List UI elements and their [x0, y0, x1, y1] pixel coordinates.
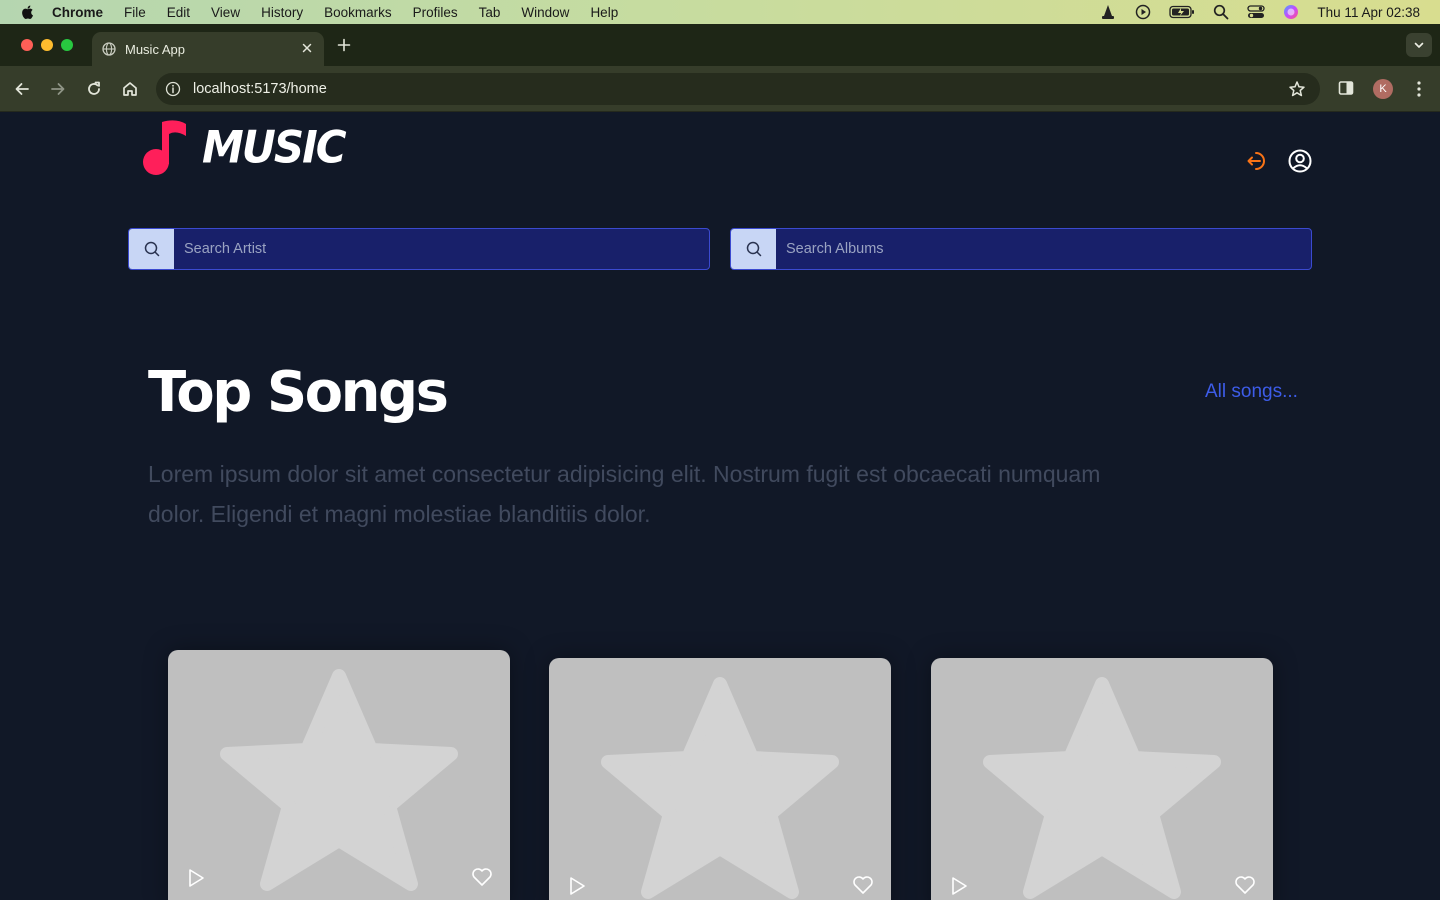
menu-profiles[interactable]: Profiles [413, 5, 458, 20]
user-account-icon[interactable] [1287, 148, 1313, 174]
spotlight-search-icon[interactable] [1213, 4, 1229, 20]
all-songs-link[interactable]: All songs... [1205, 381, 1298, 403]
star-placeholder-image [549, 658, 891, 900]
tab-title: Music App [125, 41, 185, 57]
window-zoom-button[interactable] [61, 39, 73, 51]
menu-edit[interactable]: Edit [167, 5, 190, 20]
menu-app-name[interactable]: Chrome [52, 5, 103, 20]
forward-arrow-icon[interactable] [48, 79, 68, 99]
music-app-page: MUSIC Top Songs All songs... Lorem ipsum… [0, 112, 1440, 900]
menu-history[interactable]: History [261, 5, 303, 20]
window-minimize-button[interactable] [41, 39, 53, 51]
browser-tab-music-app[interactable]: Music App [92, 32, 324, 66]
browser-toolbar: localhost:5173/home [0, 66, 1440, 112]
play-icon[interactable] [566, 875, 588, 897]
side-panel-icon[interactable] [1337, 79, 1355, 97]
search-icon[interactable] [731, 229, 776, 269]
window-close-button[interactable] [21, 39, 33, 51]
menu-view[interactable]: View [211, 5, 240, 20]
macos-menubar: Chrome File Edit View History Bookmarks … [0, 0, 1440, 24]
back-arrow-icon[interactable] [12, 79, 32, 99]
control-center-icon[interactable] [1247, 5, 1266, 19]
new-tab-plus-icon[interactable] [336, 37, 352, 53]
more-menu-icon[interactable] [1410, 79, 1428, 99]
reload-icon[interactable] [84, 79, 104, 99]
star-placeholder-image [931, 658, 1273, 900]
menubar-clock[interactable]: Thu 11 Apr 02:38 [1317, 5, 1420, 20]
search-artist-input[interactable] [174, 229, 709, 269]
siri-icon[interactable] [1283, 4, 1299, 20]
logo-text: MUSIC [202, 121, 347, 173]
menu-tab[interactable]: Tab [479, 5, 501, 20]
vlc-icon[interactable] [1099, 4, 1117, 20]
search-albums-input[interactable] [776, 229, 1311, 269]
menu-help[interactable]: Help [590, 5, 618, 20]
site-info-icon[interactable] [165, 81, 181, 97]
menu-bookmarks[interactable]: Bookmarks [324, 5, 392, 20]
search-artist-box[interactable] [128, 228, 710, 270]
menu-window[interactable]: Window [521, 5, 569, 20]
profile-avatar[interactable]: K [1373, 79, 1393, 99]
address-url[interactable]: localhost:5173/home [193, 81, 327, 97]
song-card[interactable] [931, 658, 1273, 900]
play-icon[interactable] [948, 875, 970, 897]
logout-icon[interactable] [1244, 148, 1270, 174]
top-songs-title: Top Songs [148, 360, 449, 425]
menu-file[interactable]: File [124, 5, 146, 20]
bookmark-star-icon[interactable] [1288, 80, 1306, 98]
tab-search-chevron-icon[interactable] [1406, 33, 1432, 57]
media-play-icon[interactable] [1135, 4, 1151, 20]
top-songs-description: Lorem ipsum dolor sit amet consectetur a… [148, 461, 1101, 527]
song-card[interactable] [549, 658, 891, 900]
globe-icon [102, 42, 116, 56]
address-bar[interactable]: localhost:5173/home [156, 73, 1320, 105]
music-logo[interactable]: MUSIC [140, 118, 347, 176]
heart-icon[interactable] [1234, 875, 1256, 895]
battery-icon[interactable] [1169, 5, 1195, 19]
tab-close-icon[interactable] [300, 41, 314, 55]
search-icon[interactable] [129, 229, 174, 269]
play-icon[interactable] [185, 867, 207, 889]
music-note-icon [143, 120, 186, 175]
heart-icon[interactable] [852, 875, 874, 895]
heart-icon[interactable] [471, 867, 493, 887]
song-card[interactable] [168, 650, 510, 900]
search-albums-box[interactable] [730, 228, 1312, 270]
star-placeholder-image [168, 650, 510, 900]
home-icon[interactable] [120, 79, 140, 99]
apple-logo-icon[interactable] [18, 4, 38, 20]
